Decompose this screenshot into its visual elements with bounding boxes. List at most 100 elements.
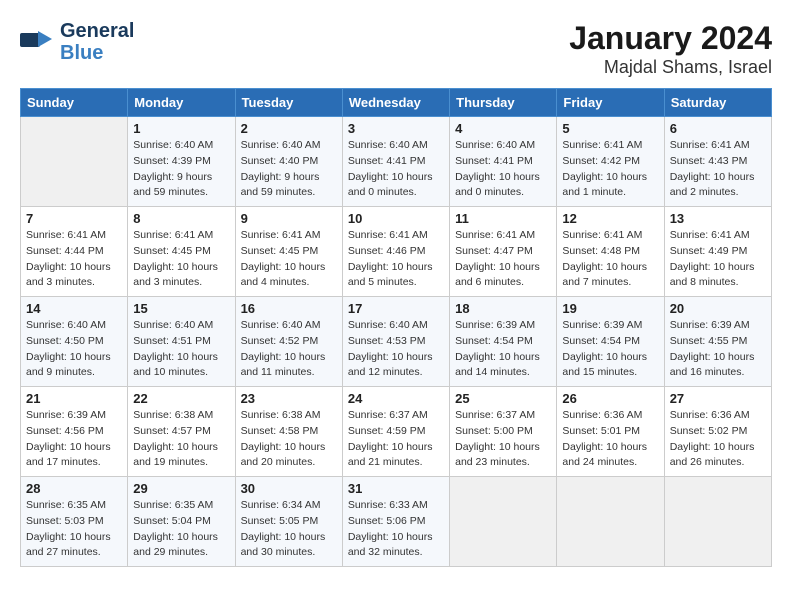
day-info: Sunrise: 6:40 AM Sunset: 4:40 PM Dayligh… (241, 138, 337, 201)
logo-text-general: General (60, 20, 134, 42)
calendar-week-row: 14Sunrise: 6:40 AM Sunset: 4:50 PM Dayli… (21, 297, 772, 387)
day-number: 29 (133, 481, 229, 496)
calendar-cell: 13 Sunrise: 6:41 AM Sunset: 4:49 PM Dayli… (664, 207, 771, 297)
calendar-cell (557, 477, 664, 567)
calendar-cell: 28 Sunrise: 6:35 AM Sunset: 5:03 PM Dayli… (21, 477, 128, 567)
calendar-week-row: 1 Sunrise: 6:40 AM Sunset: 4:39 PM Daylig… (21, 117, 772, 207)
day-number: 16 (241, 301, 337, 316)
weekday-header-saturday: Saturday (664, 89, 771, 117)
logo: General Blue (20, 20, 134, 64)
day-info: Sunrise: 6:36 AM Sunset: 5:02 PM Dayligh… (670, 408, 766, 471)
day-number: 10 (348, 211, 444, 226)
day-info: Sunrise: 6:40 AM Sunset: 4:41 PM Dayligh… (348, 138, 444, 201)
day-info: Sunrise: 6:33 AM Sunset: 5:06 PM Dayligh… (348, 498, 444, 561)
day-info: Sunrise: 6:40 AM Sunset: 4:39 PM Dayligh… (133, 138, 229, 201)
calendar-cell: 27Sunrise: 6:36 AM Sunset: 5:02 PM Dayli… (664, 387, 771, 477)
day-number: 6 (670, 121, 766, 136)
day-number: 15 (133, 301, 229, 316)
day-info: Sunrise: 6:36 AM Sunset: 5:01 PM Dayligh… (562, 408, 658, 471)
day-number: 24 (348, 391, 444, 406)
day-info: Sunrise: 6:41 AM Sunset: 4:48 PM Dayligh… (562, 228, 658, 291)
logo-text-blue: Blue (60, 42, 134, 64)
calendar-header-row: SundayMondayTuesdayWednesdayThursdayFrid… (21, 89, 772, 117)
day-number: 26 (562, 391, 658, 406)
calendar-cell: 15 Sunrise: 6:40 AM Sunset: 4:51 PM Dayli… (128, 297, 235, 387)
day-number: 19 (562, 301, 658, 316)
calendar-title: January 2024 (569, 20, 772, 57)
weekday-header-tuesday: Tuesday (235, 89, 342, 117)
calendar-table: SundayMondayTuesdayWednesdayThursdayFrid… (20, 88, 772, 567)
calendar-cell: 18 Sunrise: 6:39 AM Sunset: 4:54 PM Dayli… (450, 297, 557, 387)
day-number: 28 (26, 481, 122, 496)
calendar-cell: 3 Sunrise: 6:40 AM Sunset: 4:41 PM Daylig… (342, 117, 449, 207)
calendar-week-row: 7Sunrise: 6:41 AM Sunset: 4:44 PM Daylig… (21, 207, 772, 297)
day-info: Sunrise: 6:41 AM Sunset: 4:46 PM Dayligh… (348, 228, 444, 291)
calendar-cell: 12 Sunrise: 6:41 AM Sunset: 4:48 PM Dayli… (557, 207, 664, 297)
calendar-cell: 4Sunrise: 6:40 AM Sunset: 4:41 PM Daylig… (450, 117, 557, 207)
page-header: General Blue January 2024 Majdal Shams, … (20, 20, 772, 78)
day-number: 18 (455, 301, 551, 316)
weekday-header-thursday: Thursday (450, 89, 557, 117)
day-number: 11 (455, 211, 551, 226)
day-info: Sunrise: 6:39 AM Sunset: 4:54 PM Dayligh… (562, 318, 658, 381)
calendar-cell: 29 Sunrise: 6:35 AM Sunset: 5:04 PM Dayli… (128, 477, 235, 567)
day-number: 31 (348, 481, 444, 496)
weekday-header-friday: Friday (557, 89, 664, 117)
day-number: 13 (670, 211, 766, 226)
calendar-cell: 31 Sunrise: 6:33 AM Sunset: 5:06 PM Dayli… (342, 477, 449, 567)
day-number: 22 (133, 391, 229, 406)
weekday-header-sunday: Sunday (21, 89, 128, 117)
day-number: 3 (348, 121, 444, 136)
day-info: Sunrise: 6:40 AM Sunset: 4:53 PM Dayligh… (348, 318, 444, 381)
calendar-cell: 2 Sunrise: 6:40 AM Sunset: 4:40 PM Daylig… (235, 117, 342, 207)
day-info: Sunrise: 6:40 AM Sunset: 4:50 PM Dayligh… (26, 318, 122, 381)
day-info: Sunrise: 6:34 AM Sunset: 5:05 PM Dayligh… (241, 498, 337, 561)
day-info: Sunrise: 6:39 AM Sunset: 4:55 PM Dayligh… (670, 318, 766, 381)
calendar-cell (21, 117, 128, 207)
day-number: 1 (133, 121, 229, 136)
day-info: Sunrise: 6:41 AM Sunset: 4:45 PM Dayligh… (133, 228, 229, 291)
day-info: Sunrise: 6:40 AM Sunset: 4:52 PM Dayligh… (241, 318, 337, 381)
day-info: Sunrise: 6:35 AM Sunset: 5:04 PM Dayligh… (133, 498, 229, 561)
calendar-cell: 30 Sunrise: 6:34 AM Sunset: 5:05 PM Dayli… (235, 477, 342, 567)
day-info: Sunrise: 6:37 AM Sunset: 5:00 PM Dayligh… (455, 408, 551, 471)
calendar-cell: 25 Sunrise: 6:37 AM Sunset: 5:00 PM Dayli… (450, 387, 557, 477)
calendar-cell: 11 Sunrise: 6:41 AM Sunset: 4:47 PM Dayli… (450, 207, 557, 297)
calendar-cell: 17 Sunrise: 6:40 AM Sunset: 4:53 PM Dayli… (342, 297, 449, 387)
day-info: Sunrise: 6:40 AM Sunset: 4:41 PM Dayligh… (455, 138, 551, 201)
day-info: Sunrise: 6:41 AM Sunset: 4:47 PM Dayligh… (455, 228, 551, 291)
day-number: 21 (26, 391, 122, 406)
calendar-cell: 26 Sunrise: 6:36 AM Sunset: 5:01 PM Dayli… (557, 387, 664, 477)
day-number: 2 (241, 121, 337, 136)
day-info: Sunrise: 6:37 AM Sunset: 4:59 PM Dayligh… (348, 408, 444, 471)
calendar-cell: 21Sunrise: 6:39 AM Sunset: 4:56 PM Dayli… (21, 387, 128, 477)
calendar-cell: 24 Sunrise: 6:37 AM Sunset: 4:59 PM Dayli… (342, 387, 449, 477)
logo-icon (20, 29, 52, 51)
day-number: 25 (455, 391, 551, 406)
calendar-cell: 5Sunrise: 6:41 AM Sunset: 4:42 PM Daylig… (557, 117, 664, 207)
day-info: Sunrise: 6:35 AM Sunset: 5:03 PM Dayligh… (26, 498, 122, 561)
day-number: 20 (670, 301, 766, 316)
calendar-cell (450, 477, 557, 567)
day-number: 9 (241, 211, 337, 226)
day-number: 12 (562, 211, 658, 226)
day-info: Sunrise: 6:41 AM Sunset: 4:42 PM Dayligh… (562, 138, 658, 201)
calendar-cell: 7Sunrise: 6:41 AM Sunset: 4:44 PM Daylig… (21, 207, 128, 297)
calendar-cell: 20 Sunrise: 6:39 AM Sunset: 4:55 PM Dayli… (664, 297, 771, 387)
title-block: January 2024 Majdal Shams, Israel (569, 20, 772, 78)
calendar-cell: 6Sunrise: 6:41 AM Sunset: 4:43 PM Daylig… (664, 117, 771, 207)
day-info: Sunrise: 6:41 AM Sunset: 4:49 PM Dayligh… (670, 228, 766, 291)
day-info: Sunrise: 6:38 AM Sunset: 4:57 PM Dayligh… (133, 408, 229, 471)
day-number: 23 (241, 391, 337, 406)
calendar-cell: 14Sunrise: 6:40 AM Sunset: 4:50 PM Dayli… (21, 297, 128, 387)
calendar-cell: 22 Sunrise: 6:38 AM Sunset: 4:57 PM Dayli… (128, 387, 235, 477)
day-info: Sunrise: 6:40 AM Sunset: 4:51 PM Dayligh… (133, 318, 229, 381)
calendar-week-row: 21Sunrise: 6:39 AM Sunset: 4:56 PM Dayli… (21, 387, 772, 477)
day-number: 30 (241, 481, 337, 496)
day-info: Sunrise: 6:39 AM Sunset: 4:54 PM Dayligh… (455, 318, 551, 381)
weekday-header-wednesday: Wednesday (342, 89, 449, 117)
day-number: 17 (348, 301, 444, 316)
calendar-week-row: 28 Sunrise: 6:35 AM Sunset: 5:03 PM Dayli… (21, 477, 772, 567)
day-number: 8 (133, 211, 229, 226)
calendar-subtitle: Majdal Shams, Israel (569, 57, 772, 78)
